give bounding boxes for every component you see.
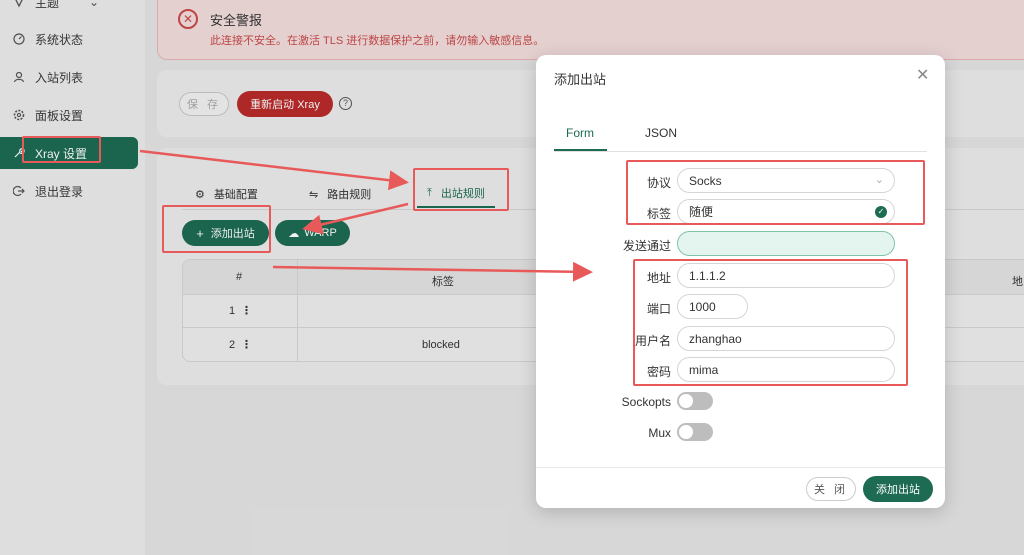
annotation-box-outbound-tab [413,168,509,211]
tab-form[interactable]: Form [566,126,594,140]
sockopts-toggle[interactable] [677,392,713,410]
confirm-add-outbound-button[interactable]: 添加出站 [863,476,933,502]
annotation-box-server-fields [633,259,908,386]
tab-json[interactable]: JSON [645,126,677,140]
annotation-box-xray [22,136,101,163]
close-icon[interactable]: ✕ [916,68,929,84]
modal-title: 添加出站 [554,72,607,87]
annotation-box-protocol-tag [626,160,925,225]
tab-divider [554,151,927,152]
send-through-input[interactable] [677,231,895,256]
footer-divider [536,467,945,468]
mux-toggle[interactable] [677,423,713,441]
close-button[interactable]: 关 闭 [806,477,856,501]
mux-label: Mux [648,426,671,440]
send-through-label: 发送通过 [622,239,671,253]
annotation-box-add-button [162,205,271,253]
sockopts-label: Sockopts [621,395,671,409]
